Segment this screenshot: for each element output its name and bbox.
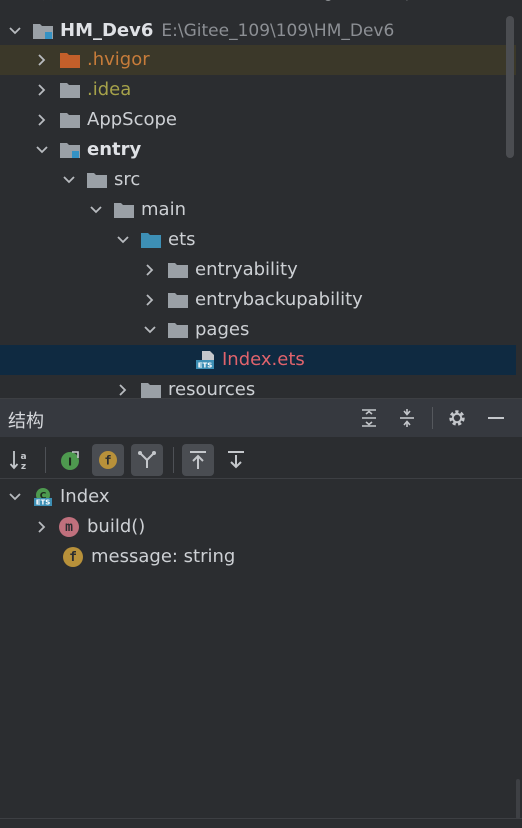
tree-item-index-ets[interactable]: ETS Index.ets [0,345,516,375]
structure-member-message[interactable]: f message: string [0,542,516,572]
folder-icon [59,110,81,130]
svg-text:ETS: ETS [198,362,213,370]
toolbar-separator [173,447,174,473]
collapse-all-icon[interactable] [395,406,419,430]
tree-item-resources[interactable]: resources [0,375,516,398]
chevron-right-icon[interactable] [143,263,157,277]
structure-header: 结构 [0,399,522,437]
tree-item-src[interactable]: src [0,165,516,195]
tree-item-main[interactable]: main [0,195,516,225]
structure-scrollbar[interactable] [516,779,520,819]
minimize-icon[interactable] [484,406,508,430]
tree-item-hvigor[interactable]: .hvigor [0,45,516,75]
project-tree-panel: ▭ 项目 ◎ ≡ ⋮ — HM_Dev6 E:\Gitee_109\109\HM… [0,0,522,398]
module-folder-icon [32,21,54,41]
module-folder-icon [59,140,81,160]
chevron-down-icon[interactable] [62,173,76,187]
svg-text:f: f [104,454,111,468]
tree-item-label: .hvigor [87,49,150,70]
chevron-right-icon[interactable] [35,83,49,97]
tree-item-label: src [114,169,141,190]
structure-root-label: Index [60,486,110,507]
svg-text:a: a [20,452,26,462]
project-title-icon: ▭ [18,0,31,2]
collapse-icon[interactable]: ≡ [360,0,372,2]
structure-title: 结构 [8,411,44,432]
folder-icon [86,170,108,190]
options-icon[interactable]: ⋮ [400,0,414,2]
chevron-down-icon[interactable] [35,143,49,157]
tree-item-label: entry [87,139,142,160]
folder-icon [113,200,135,220]
structure-panel: 结构 az I f C ETS Index m build() f messag… [0,398,522,828]
field-icon: f [63,547,83,567]
folder-icon [167,320,189,340]
excluded-folder-icon [59,50,81,70]
chevron-right-icon[interactable] [35,113,49,127]
toolbar-separator [45,447,46,473]
svg-text:ETS: ETS [36,499,51,507]
structure-toolbar: az I f [0,439,522,479]
tree-item-label: Index.ets [222,349,305,370]
tree-root-label: HM_Dev6 [60,20,154,41]
svg-text:z: z [21,462,26,472]
method-icon: m [59,517,79,537]
structure-root-index[interactable]: C ETS Index [0,482,516,512]
project-toolbar: ▭ 项目 ◎ ≡ ⋮ — [0,0,522,4]
chevron-right-icon[interactable] [35,520,49,534]
tree-item-label: .idea [87,79,132,100]
tree-item-entrybackupability[interactable]: entrybackupability [0,285,516,315]
tree-item-appscope[interactable]: AppScope [0,105,516,135]
inherited-icon[interactable]: I [54,444,86,476]
tree-root-hm-dev6[interactable]: HM_Dev6 E:\Gitee_109\109\HM_Dev6 [0,16,516,46]
structure-member-label: build() [87,516,146,537]
locate-icon[interactable]: ◎ [322,0,334,2]
tree-scrollbar[interactable] [506,16,514,158]
gear-icon[interactable] [445,406,469,430]
fields-icon[interactable]: f [92,444,124,476]
structure-bottom-bar [0,818,522,828]
tree-item-label: AppScope [87,109,177,130]
tree-item-ets[interactable]: ets [0,225,516,255]
autoscroll-from-source-icon[interactable] [220,444,252,476]
tree-item-pages[interactable]: pages [0,315,516,345]
structure-member-build[interactable]: m build() [0,512,516,542]
tree-item-label: ets [168,229,196,250]
chevron-down-icon[interactable] [116,233,130,247]
folder-icon [59,80,81,100]
source-folder-icon [140,230,162,250]
tree-root-path: E:\Gitee_109\109\HM_Dev6 [161,21,395,41]
folder-icon [167,260,189,280]
chevron-down-icon[interactable] [143,323,157,337]
chevron-down-icon[interactable] [89,203,103,217]
ets-component-icon: C ETS [32,487,54,507]
chevron-down-icon[interactable] [8,24,22,38]
structure-member-label: message: string [91,546,236,567]
folder-icon [167,290,189,310]
folder-icon [140,380,162,398]
chevron-right-icon[interactable] [143,293,157,307]
project-title: 项目 [38,0,66,2]
chevron-down-icon[interactable] [8,490,22,504]
chevron-right-icon[interactable] [35,53,49,67]
tree-item-entryability[interactable]: entryability [0,255,516,285]
ets-file-icon: ETS [194,350,216,370]
tree-item-label: resources [168,379,256,398]
tree-item-entry[interactable]: entry [0,135,516,165]
svg-text:I: I [68,456,72,469]
anonymous-classes-icon[interactable] [131,444,163,476]
chevron-right-icon[interactable] [116,383,130,397]
sort-alpha-icon[interactable]: az [4,444,36,476]
tree-item-label: pages [195,319,250,340]
header-separator [432,407,433,429]
tree-item-idea[interactable]: .idea [0,75,516,105]
autoscroll-to-source-icon[interactable] [182,444,214,476]
tree-item-label: main [141,199,186,220]
hide-icon[interactable]: — [452,0,466,2]
tree-item-label: entryability [195,259,298,280]
tree-item-label: entrybackupability [195,289,363,310]
expand-all-icon[interactable] [357,406,381,430]
